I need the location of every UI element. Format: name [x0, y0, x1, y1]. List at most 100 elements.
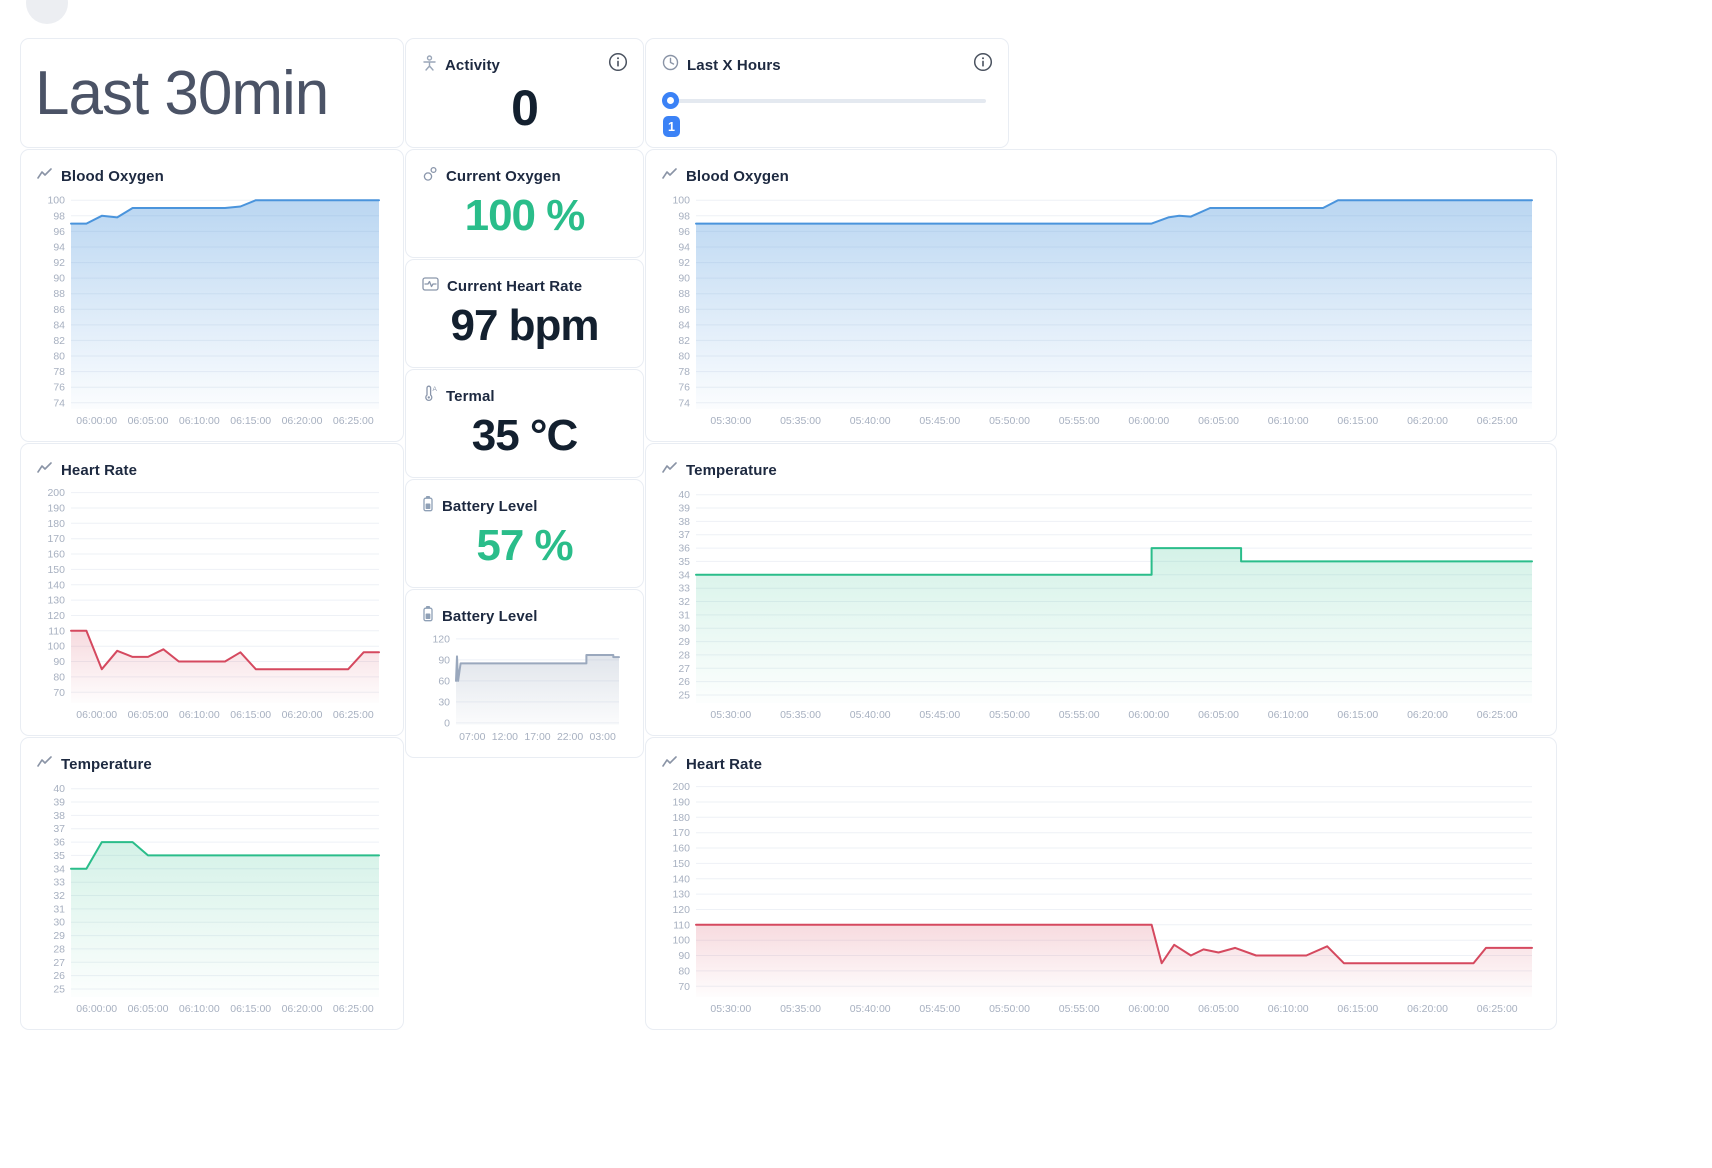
svg-text:84: 84 — [678, 319, 690, 331]
svg-text:120: 120 — [672, 904, 690, 916]
blood-oxygen-30min-chart[interactable]: 1009896949290888684828078767406:00:0006:… — [37, 188, 387, 429]
chart-title: Battery Level — [442, 608, 538, 625]
heart-rate-1h-chart[interactable]: 2001901801701601501401301201101009080700… — [662, 776, 1540, 1017]
svg-text:60: 60 — [438, 675, 450, 687]
svg-text:06:10:00: 06:10:00 — [1268, 1003, 1309, 1015]
heart-rate-30min-card: Heart Rate 20019018017016015014013012011… — [20, 443, 404, 736]
svg-text:200: 200 — [47, 487, 65, 499]
svg-text:80: 80 — [678, 351, 690, 363]
card-title: Last X Hours — [687, 57, 781, 74]
slider-track[interactable] — [670, 99, 986, 103]
svg-text:06:15:00: 06:15:00 — [1337, 1003, 1378, 1015]
svg-text:31: 31 — [53, 903, 65, 915]
svg-text:26: 26 — [53, 970, 65, 982]
svg-text:35: 35 — [678, 556, 690, 568]
svg-text:100: 100 — [672, 195, 690, 207]
svg-text:05:40:00: 05:40:00 — [850, 1003, 891, 1015]
svg-text:78: 78 — [53, 366, 65, 378]
svg-text:06:00:00: 06:00:00 — [76, 709, 117, 721]
svg-text:80: 80 — [678, 965, 690, 977]
svg-text:06:15:00: 06:15:00 — [230, 1003, 271, 1015]
svg-text:96: 96 — [53, 226, 65, 238]
svg-text:05:35:00: 05:35:00 — [780, 1003, 821, 1015]
line-chart-icon — [37, 755, 53, 774]
svg-text:98: 98 — [678, 210, 690, 222]
svg-text:06:25:00: 06:25:00 — [1477, 709, 1518, 721]
pulse-icon — [422, 276, 439, 297]
svg-text:28: 28 — [53, 943, 65, 955]
svg-text:88: 88 — [53, 288, 65, 300]
current-heart-rate-card: Current Heart Rate 97 bpm — [405, 259, 644, 368]
svg-text:82: 82 — [53, 335, 65, 347]
svg-text:120: 120 — [47, 610, 65, 622]
svg-text:100: 100 — [672, 935, 690, 947]
svg-text:74: 74 — [678, 397, 690, 409]
svg-text:30: 30 — [53, 917, 65, 929]
heart-rate-30min-chart[interactable]: 2001901801701601501401301201101009080700… — [37, 482, 387, 723]
svg-text:30: 30 — [678, 623, 690, 635]
svg-text:06:25:00: 06:25:00 — [1477, 1003, 1518, 1015]
svg-text:98: 98 — [53, 210, 65, 222]
svg-text:06:20:00: 06:20:00 — [1407, 1003, 1448, 1015]
heart-rate-1h-card: Heart Rate 20019018017016015014013012011… — [645, 737, 1557, 1030]
svg-text:180: 180 — [672, 812, 690, 824]
blood-oxygen-30min-card: Blood Oxygen 100989694929088868482807876… — [20, 149, 404, 442]
svg-text:06:20:00: 06:20:00 — [282, 709, 323, 721]
svg-text:06:20:00: 06:20:00 — [1407, 709, 1448, 721]
info-icon[interactable] — [607, 51, 629, 73]
svg-text:25: 25 — [678, 690, 690, 702]
svg-text:27: 27 — [678, 663, 690, 675]
current-oxygen-value: 100 % — [422, 191, 627, 241]
info-icon[interactable] — [972, 51, 994, 73]
svg-text:06:00:00: 06:00:00 — [1128, 1003, 1169, 1015]
column-current-stats: Activity 0 Current Oxygen 100 % Current … — [405, 38, 644, 1030]
svg-text:150: 150 — [47, 564, 65, 576]
svg-text:06:15:00: 06:15:00 — [230, 709, 271, 721]
chart-title: Heart Rate — [686, 756, 762, 773]
svg-text:30: 30 — [438, 696, 450, 708]
svg-text:160: 160 — [672, 843, 690, 855]
temperature-1h-chart[interactable]: 4039383736353433323130292827262505:30:00… — [662, 482, 1540, 723]
svg-text:06:10:00: 06:10:00 — [179, 709, 220, 721]
chart-title: Heart Rate — [61, 462, 137, 479]
card-title: Current Oxygen — [446, 168, 561, 185]
svg-text:38: 38 — [678, 516, 690, 528]
svg-text:88: 88 — [678, 288, 690, 300]
last-x-hours-card: Last X Hours 1 — [645, 38, 1009, 148]
temperature-30min-chart[interactable]: 4039383736353433323130292827262506:00:00… — [37, 776, 387, 1017]
svg-text:110: 110 — [48, 625, 65, 637]
svg-text:150: 150 — [672, 858, 690, 870]
svg-text:36: 36 — [678, 543, 690, 555]
svg-text:37: 37 — [53, 823, 65, 835]
svg-text:40: 40 — [678, 489, 690, 501]
battery-icon — [422, 495, 434, 517]
current-oxygen-card: Current Oxygen 100 % — [405, 149, 644, 258]
svg-text:90: 90 — [438, 654, 450, 666]
svg-text:17:00: 17:00 — [524, 731, 550, 743]
svg-text:86: 86 — [678, 304, 690, 316]
svg-text:40: 40 — [53, 783, 65, 795]
battery-level-value: 57 % — [422, 521, 627, 571]
svg-text:06:05:00: 06:05:00 — [1198, 415, 1239, 427]
battery-level-chart[interactable]: 120906030007:0012:0017:0022:0003:00 — [422, 628, 627, 745]
svg-text:140: 140 — [672, 873, 690, 885]
svg-text:26: 26 — [678, 676, 690, 688]
svg-text:03:00: 03:00 — [590, 731, 616, 743]
svg-text:140: 140 — [47, 579, 65, 591]
chart-title: Blood Oxygen — [61, 168, 164, 185]
line-chart-icon — [662, 755, 678, 774]
svg-text:90: 90 — [53, 656, 65, 668]
temperature-1h-card: Temperature 4039383736353433323130292827… — [645, 443, 1557, 736]
blood-oxygen-1h-chart[interactable]: 1009896949290888684828078767405:30:0005:… — [662, 188, 1540, 429]
svg-text:29: 29 — [53, 930, 65, 942]
svg-text:05:40:00: 05:40:00 — [850, 709, 891, 721]
slider-handle[interactable] — [662, 92, 679, 109]
svg-text:37: 37 — [678, 529, 690, 541]
svg-text:06:05:00: 06:05:00 — [128, 709, 169, 721]
card-title: Battery Level — [442, 498, 538, 515]
column-last-30min: Last 30min Blood Oxygen 1009896949290888… — [20, 38, 404, 1030]
svg-text:27: 27 — [53, 957, 65, 969]
svg-text:100: 100 — [47, 641, 65, 653]
svg-text:84: 84 — [53, 319, 65, 331]
blood-oxygen-1h-card: Blood Oxygen 100989694929088868482807876… — [645, 149, 1557, 442]
